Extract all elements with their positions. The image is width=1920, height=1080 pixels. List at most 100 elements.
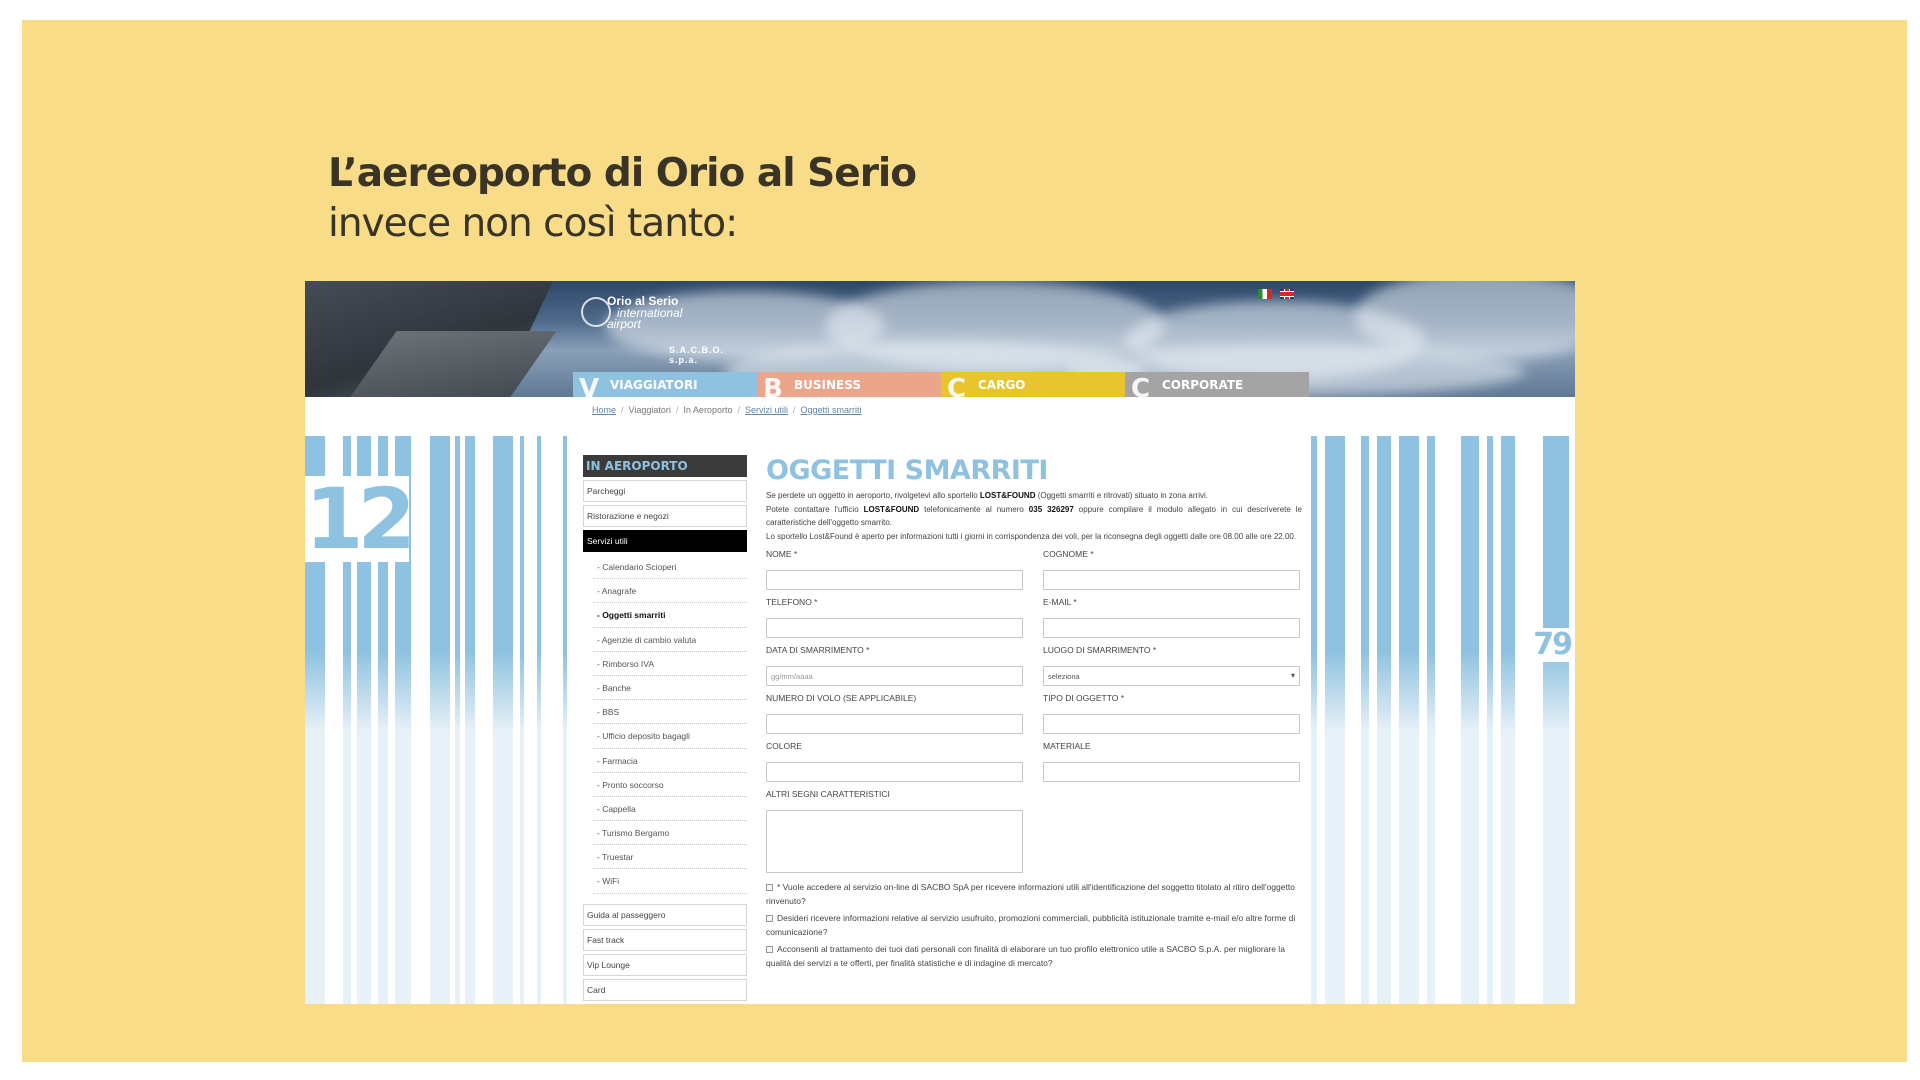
consent-checkbox[interactable] xyxy=(766,915,773,923)
nav-tab-label: CORPORATE xyxy=(1162,378,1244,392)
sidebar-subitem[interactable]: - Calendario Scioperi xyxy=(593,555,747,580)
field-data: DATA DI SMARRIMENTO * gg/mm/aaaa xyxy=(766,645,1023,686)
nav-tab-label: VIAGGIATORI xyxy=(610,378,698,392)
nav-tab-letter: C xyxy=(947,374,967,397)
language-switcher xyxy=(1258,289,1294,299)
sidebar-bottom-group: Guida al passeggero Fast track Vip Loung… xyxy=(583,903,747,1001)
colore-input[interactable] xyxy=(766,762,1023,782)
consent-checkbox[interactable] xyxy=(766,946,773,954)
uk-flag-icon[interactable] xyxy=(1280,289,1294,299)
italian-flag-icon[interactable] xyxy=(1258,289,1272,299)
intro-text-part: (Oggetti smarriti e ritrovati) situato i… xyxy=(1035,491,1208,500)
field-label: NOME * xyxy=(766,549,798,559)
page-title: OGGETTI SMARRITI xyxy=(766,455,1048,486)
decorative-number-right: 79 xyxy=(1524,628,1575,662)
sidebar-item-card[interactable]: Card xyxy=(583,978,747,1001)
field-label: COGNOME * xyxy=(1043,549,1094,559)
nav-tab-cargo[interactable]: C CARGO xyxy=(941,372,1125,397)
sidebar: IN AEROPORTO Parcheggi Ristorazione e ne… xyxy=(583,455,747,1004)
breadcrumb-servizi-utili[interactable]: Servizi utili xyxy=(745,405,788,415)
nav-tab-letter: V xyxy=(579,374,600,397)
nav-tab-corporate[interactable]: C CORPORATE xyxy=(1125,372,1309,397)
field-segni: ALTRI SEGNI CARATTERISTICI xyxy=(766,789,1023,873)
sidebar-subitem[interactable]: - Agenzie di cambio valuta xyxy=(593,628,747,652)
site-header: Orio al Serio international airport S.A.… xyxy=(305,281,1575,397)
field-tipo: TIPO DI OGGETTO * xyxy=(1043,693,1300,734)
phone-number: 035 326297 xyxy=(1028,504,1074,514)
slide-title: L’aereoporto di Orio al Serio xyxy=(328,151,917,196)
sidebar-item-vip-lounge[interactable]: Vip Lounge xyxy=(583,953,747,976)
consent-row-3: Acconsenti al trattamento dei tuoi dati … xyxy=(766,942,1302,970)
intro-text-part: Lo sportello Lost&Found è aperto per inf… xyxy=(766,531,1297,541)
nav-tab-label: BUSINESS xyxy=(794,378,861,392)
logo-line-4: S.A.C.B.O. s.p.a. xyxy=(669,345,725,365)
field-label: COLORE xyxy=(766,741,802,751)
tipo-input[interactable] xyxy=(1043,714,1300,734)
sidebar-item-ristorazione[interactable]: Ristorazione e negozi xyxy=(583,505,747,527)
breadcrumb-oggetti-smarriti[interactable]: Oggetti smarriti xyxy=(801,405,862,415)
sidebar-subitem[interactable]: - Anagrafe xyxy=(593,579,747,604)
breadcrumb-home[interactable]: Home xyxy=(592,405,616,415)
email-input[interactable] xyxy=(1043,618,1300,638)
sidebar-subitem[interactable]: - WiFi xyxy=(593,869,747,894)
slide-subtitle: invece non così tanto: xyxy=(328,201,738,246)
telefono-input[interactable] xyxy=(766,618,1023,638)
intro-text-part: Se perdete un oggetto in aeroporto, rivo… xyxy=(766,491,980,500)
nome-input[interactable] xyxy=(766,570,1023,590)
decorative-number-left: 12 xyxy=(305,476,409,562)
field-colore: COLORE xyxy=(766,741,1023,782)
sidebar-item-parcheggi[interactable]: Parcheggi xyxy=(583,480,747,502)
sidebar-item-fast-track[interactable]: Fast track xyxy=(583,928,747,951)
nav-tab-letter: B xyxy=(763,374,783,397)
field-nome: NOME * xyxy=(766,549,1023,590)
nav-tab-label: CARGO xyxy=(978,378,1026,392)
segni-textarea[interactable] xyxy=(766,810,1023,873)
consent-row-1: * Vuole accedere al servizio on-line di … xyxy=(766,880,1302,908)
luogo-select[interactable]: seleziona xyxy=(1043,666,1300,686)
site-logo[interactable]: Orio al Serio international airport S.A.… xyxy=(581,289,751,365)
field-label: LUOGO DI SMARRIMENTO * xyxy=(1043,645,1157,655)
intro-text: Se perdete un oggetto in aeroporto, rivo… xyxy=(766,489,1302,543)
nav-tab-viaggiatori[interactable]: V VIAGGIATORI xyxy=(573,372,757,397)
breadcrumb: Home / Viaggiatori / In Aeroporto / Serv… xyxy=(592,405,862,415)
right-stripe-decoration xyxy=(1311,436,1575,1004)
field-label: TIPO DI OGGETTO * xyxy=(1043,693,1125,703)
field-volo: NUMERO DI VOLO (SE APPLICABILE) xyxy=(766,693,1023,734)
nav-tab-business[interactable]: B BUSINESS xyxy=(757,372,941,397)
consent-checkbox[interactable] xyxy=(766,884,773,892)
sidebar-subitem[interactable]: - Banche xyxy=(593,676,747,701)
field-label: NUMERO DI VOLO (SE APPLICABILE) xyxy=(766,693,917,703)
field-label: E-MAIL * xyxy=(1043,597,1077,607)
intro-text-bold: LOST&FOUND xyxy=(863,504,920,514)
consent-text: * Vuole accedere al servizio on-line di … xyxy=(766,882,1295,906)
main-nav: V VIAGGIATORI B BUSINESS C CARGO C CORPO… xyxy=(573,372,1309,397)
sidebar-subitem[interactable]: - Cappella xyxy=(593,797,747,822)
field-luogo: LUOGO DI SMARRIMENTO * seleziona xyxy=(1043,645,1300,686)
sidebar-item-guida[interactable]: Guida al passeggero xyxy=(583,903,747,926)
website-screenshot: Orio al Serio international airport S.A.… xyxy=(305,281,1575,1004)
sidebar-subitem[interactable]: - Pronto soccorso xyxy=(593,773,747,797)
field-cognome: COGNOME * xyxy=(1043,549,1300,590)
breadcrumb-separator: / xyxy=(793,405,796,415)
sidebar-subitem[interactable]: - Farmacia xyxy=(593,749,747,773)
field-label: TELEFONO * xyxy=(766,597,818,607)
breadcrumb-separator: / xyxy=(675,405,679,415)
intro-text-bold: LOST&FOUND xyxy=(979,491,1036,500)
sidebar-subitem[interactable]: - Ufficio deposito bagagli xyxy=(593,724,747,749)
breadcrumb-separator: / xyxy=(621,405,624,415)
sidebar-subitem[interactable]: - Rimborso IVA xyxy=(593,652,747,676)
sidebar-subitem[interactable]: - Turismo Bergamo xyxy=(593,821,747,846)
data-input[interactable]: gg/mm/aaaa xyxy=(766,666,1023,686)
sidebar-subitem[interactable]: - Truestar xyxy=(593,845,747,870)
field-telefono: TELEFONO * xyxy=(766,597,1023,638)
materiale-input[interactable] xyxy=(1043,762,1300,782)
cognome-input[interactable] xyxy=(1043,570,1300,590)
sidebar-title: IN AEROPORTO xyxy=(583,455,747,477)
logo-line-3: airport xyxy=(607,317,642,331)
sidebar-item-servizi-utili[interactable]: Servizi utili xyxy=(583,530,747,552)
sidebar-subitem[interactable]: - BBS xyxy=(593,700,747,725)
sidebar-subitem-current[interactable]: - Oggetti smarriti xyxy=(593,603,747,628)
field-label: DATA DI SMARRIMENTO * xyxy=(766,645,870,655)
volo-input[interactable] xyxy=(766,714,1023,734)
breadcrumb-viaggiatori: Viaggiatori xyxy=(628,405,671,415)
